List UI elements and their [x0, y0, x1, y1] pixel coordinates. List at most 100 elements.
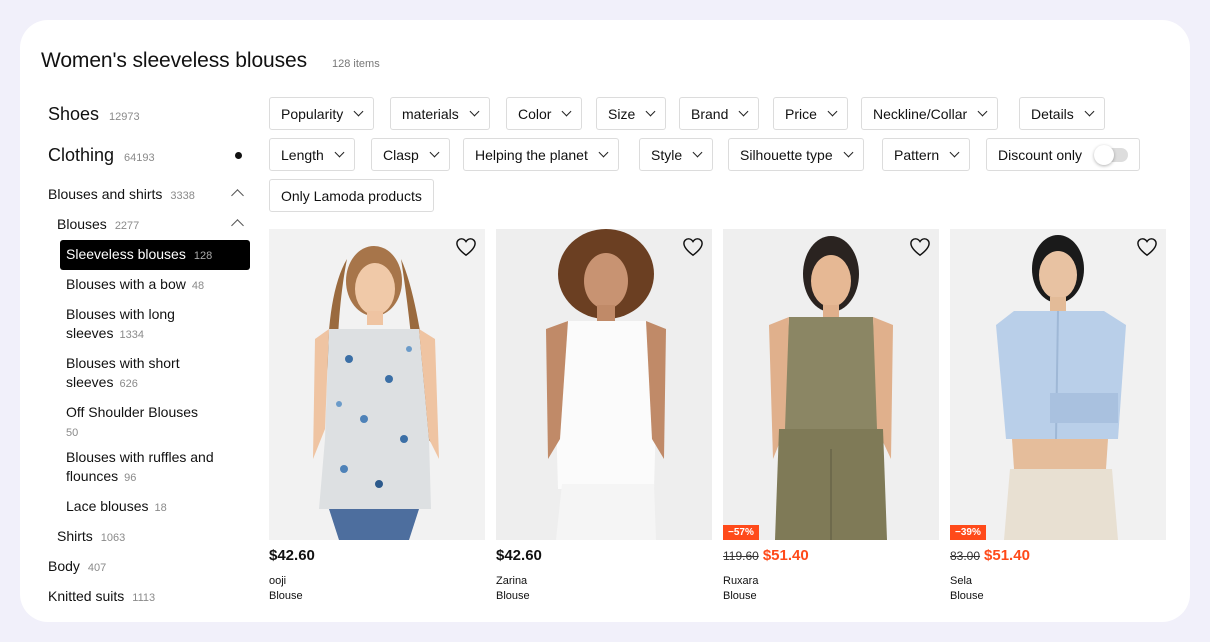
product-brand: Zarina — [496, 575, 528, 587]
category-knitted-suits[interactable]: Knitted suits 1113 — [48, 588, 155, 604]
category-body[interactable]: Body 407 — [48, 558, 106, 574]
filter-color[interactable]: Color — [506, 97, 583, 130]
discount-toggle[interactable] — [1094, 144, 1129, 165]
filter-clasp[interactable]: Clasp — [371, 138, 450, 171]
category-label-line1: Blouses with short — [66, 355, 180, 371]
product-brand: ooji — [269, 575, 287, 587]
item-count: 128 items — [332, 58, 380, 70]
category-blouses-and-shirts[interactable]: Blouses and shirts 3338 — [48, 186, 195, 202]
chevron-up-icon[interactable] — [231, 189, 244, 202]
category-count: 128 — [193, 250, 213, 262]
category-count: 626 — [119, 378, 138, 390]
price: $51.40 — [984, 547, 1030, 564]
filter-style[interactable]: Style — [639, 138, 714, 171]
product-card[interactable]: −57% 119.60 $51.40 Ruxara Blouse — [723, 229, 939, 614]
chevron-down-icon — [429, 147, 440, 158]
chevron-down-icon — [334, 147, 345, 158]
product-type: Blouse — [950, 590, 984, 602]
category-shoes[interactable]: Shoes 12973 — [48, 104, 140, 125]
discount-badge: −57% — [723, 525, 759, 540]
price-row: 119.60 $51.40 — [723, 547, 809, 564]
category-label: Body — [48, 558, 80, 574]
filter-label: materials — [402, 105, 459, 122]
filter-size[interactable]: Size — [596, 97, 667, 130]
category-ruffles[interactable]: Blouses with ruffles and flounces 96 — [66, 448, 214, 488]
price: $42.60 — [496, 547, 542, 564]
product-type: Blouse — [496, 590, 530, 602]
category-clothing[interactable]: Clothing 64193 — [48, 145, 155, 166]
category-label: Lace blouses — [66, 498, 149, 514]
filter-label: Neckline/Collar — [873, 105, 968, 122]
heart-icon[interactable] — [455, 237, 477, 257]
filter-length[interactable]: Length — [269, 138, 355, 171]
filter-discount-only[interactable]: Discount only — [986, 138, 1141, 171]
chevron-down-icon — [562, 106, 572, 117]
old-price: 119.60 — [723, 549, 759, 563]
category-label: Sleeveless blouses — [66, 246, 186, 262]
product-card[interactable]: $42.60 Zarina Blouse — [496, 229, 712, 614]
filter-label: Details — [1031, 105, 1074, 122]
price-row: $42.60 — [269, 547, 315, 564]
chevron-down-icon — [353, 106, 364, 117]
category-shirts[interactable]: Shirts 1063 — [57, 528, 125, 544]
filter-details[interactable]: Details — [1019, 97, 1105, 130]
price-row: 83.00 $51.40 — [950, 547, 1030, 564]
category-off-shoulder[interactable]: Off Shoulder Blouses 50 — [66, 403, 198, 443]
product-image[interactable]: −39% — [950, 229, 1166, 540]
filter-label: Clasp — [383, 146, 419, 163]
category-count: 18 — [154, 502, 167, 514]
price: $42.60 — [269, 547, 315, 564]
filter-price[interactable]: Price — [773, 97, 848, 130]
chevron-up-icon[interactable] — [231, 219, 244, 232]
filter-pattern[interactable]: Pattern — [882, 138, 971, 171]
product-image[interactable]: −57% — [723, 229, 939, 540]
category-count: 2277 — [114, 220, 140, 232]
filter-helping-the-planet[interactable]: Helping the planet — [463, 138, 619, 171]
heart-icon[interactable] — [909, 237, 931, 257]
chevron-down-icon — [469, 106, 480, 117]
filter-only-lamoda[interactable]: Only Lamoda products — [269, 179, 434, 212]
chevron-down-icon — [692, 147, 703, 158]
filter-materials[interactable]: materials — [390, 97, 490, 130]
price: $51.40 — [762, 547, 809, 564]
category-label: Knitted suits — [48, 588, 125, 604]
category-blouses[interactable]: Blouses 2277 — [57, 216, 139, 232]
product-card[interactable]: $42.60 ooji Blouse — [269, 229, 485, 614]
product-image[interactable] — [269, 229, 485, 540]
category-count: 12973 — [109, 111, 140, 123]
filter-brand[interactable]: Brand — [679, 97, 760, 130]
filter-popularity[interactable]: Popularity — [269, 97, 375, 130]
product-type: Blouse — [723, 590, 757, 602]
product-image[interactable] — [496, 229, 712, 540]
category-label: Clothing — [48, 145, 115, 165]
heart-icon[interactable] — [1136, 237, 1158, 257]
product-brand: Sela — [950, 575, 973, 587]
product-type: Blouse — [269, 590, 303, 602]
chevron-down-icon — [645, 106, 656, 117]
category-sleeveless-blouses-active[interactable]: Sleeveless blouses 128 — [60, 240, 250, 270]
filter-label: Style — [651, 146, 683, 163]
category-blouses-long-sleeves[interactable]: Blouses with long sleeves 1334 — [66, 305, 175, 345]
product-card[interactable]: −39% 83.00 $51.40 Sela Blouse — [950, 229, 1166, 614]
category-label-line1: Off Shoulder Blouses — [66, 404, 199, 420]
category-label-line1: Blouses with long — [66, 306, 175, 322]
chevron-down-icon — [738, 106, 749, 117]
category-count: 64193 — [124, 152, 155, 164]
price-row: $42.60 — [496, 547, 542, 564]
chevron-down-icon — [977, 106, 988, 117]
filter-label: Length — [281, 146, 324, 163]
chevron-down-icon — [843, 147, 854, 158]
filter-silhouette-type[interactable]: Silhouette type — [728, 138, 864, 171]
category-blouses-with-bow[interactable]: Blouses with a bow 48 — [66, 275, 204, 296]
filter-neckline[interactable]: Neckline/Collar — [861, 97, 999, 130]
category-label: Blouses — [57, 216, 107, 232]
filter-label: Brand — [691, 105, 729, 122]
category-label-line2: flounces — [66, 468, 119, 484]
catalog-card: Women's sleeveless blouses 128 items Sho… — [20, 20, 1190, 622]
heart-icon[interactable] — [682, 237, 704, 257]
category-blouses-short-sleeves[interactable]: Blouses with short sleeves 626 — [66, 354, 180, 394]
category-lace-blouses[interactable]: Lace blouses 18 — [66, 497, 167, 518]
chevron-down-icon — [1084, 106, 1095, 117]
filter-label: Discount only — [998, 146, 1083, 163]
filter-label: Popularity — [281, 105, 344, 122]
